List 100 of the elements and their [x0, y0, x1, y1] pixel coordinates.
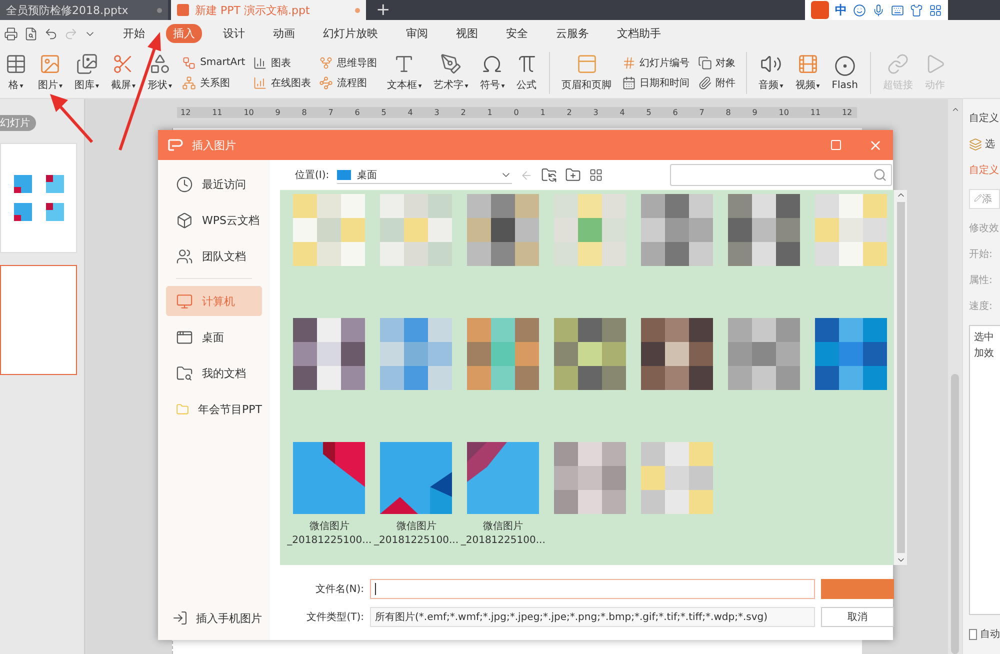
ime-mode[interactable]: 中	[835, 2, 847, 18]
location-dropdown[interactable]: 桌面	[337, 166, 512, 184]
slide-thumbnail[interactable]	[0, 265, 77, 375]
menu-tab[interactable]: 文档助手	[610, 24, 668, 44]
pencil-icon	[974, 194, 982, 202]
place-item[interactable]: 桌面	[166, 322, 262, 352]
file-name: 微信图片	[309, 520, 350, 534]
file-type-label: 文件类型(T):	[306, 610, 364, 624]
pane-title: 自定义	[969, 112, 1000, 125]
place-item[interactable]: WPS云文档	[166, 205, 262, 235]
folder-user-icon	[176, 364, 193, 382]
ribbon-button[interactable]: 对象	[698, 56, 736, 70]
menu-tab[interactable]: 安全	[499, 24, 535, 44]
menu-tab[interactable]: 云服务	[549, 24, 596, 44]
select-label: 选	[985, 138, 995, 151]
smile-icon	[853, 4, 866, 16]
dialog-title: 插入图片	[192, 138, 237, 152]
maximize-icon[interactable]	[830, 139, 842, 151]
wps-logo-icon	[168, 139, 184, 151]
desktop-icon	[176, 328, 193, 346]
shapes-icon	[148, 53, 171, 76]
import-icon	[172, 610, 188, 626]
relation-icon	[182, 76, 196, 90]
monitor-icon	[176, 292, 193, 310]
shirt-icon	[910, 4, 923, 16]
chart-icon	[253, 76, 268, 90]
keyboard-icon	[891, 4, 904, 16]
file-name-field[interactable]	[370, 578, 815, 598]
place-item[interactable]: 年会节目PPT	[166, 394, 262, 424]
film-icon	[796, 53, 818, 76]
file-name: _20181225100...	[460, 534, 546, 548]
table-icon	[5, 53, 27, 76]
ribbon-button[interactable]: 思维导图	[319, 56, 378, 70]
scroll-up-icon	[950, 105, 960, 114]
ribbon-button[interactable]: 页眉和页脚	[556, 48, 618, 98]
menu-tab[interactable]: 审阅	[399, 24, 435, 44]
field-label: 开始:	[969, 248, 994, 261]
auto-checkbox[interactable]	[969, 628, 977, 640]
file-name: 微信图片	[483, 520, 524, 534]
ribbon-button[interactable]: 关系图	[182, 76, 246, 90]
unsaved-dot	[355, 8, 360, 12]
scrollbar[interactable]	[948, 99, 962, 654]
image-icon	[39, 53, 62, 76]
search-icon	[873, 168, 887, 182]
view-icon	[589, 168, 604, 182]
auto-label: 自动	[980, 628, 1000, 641]
ribbon-button[interactable]: 公式	[510, 48, 543, 98]
document-tab[interactable]: 全员预防检修2018.pptx	[0, 0, 168, 20]
field-label: 属性:	[969, 274, 994, 287]
hint-text: 加效	[974, 346, 995, 360]
pen-icon	[440, 53, 462, 76]
scrollbar[interactable]	[894, 190, 907, 565]
file-name-label: 文件名(N):	[314, 582, 364, 596]
parent-folder-icon	[541, 167, 558, 183]
ribbon-button[interactable]: 幻灯片编号	[622, 56, 690, 70]
menu-tab[interactable]: 幻灯片放映	[316, 24, 385, 44]
object-icon	[698, 56, 712, 70]
annotation-arrow	[50, 94, 94, 143]
phone-picture-link[interactable]: 插入手机图片	[158, 610, 270, 626]
menu-tab[interactable]: 视图	[449, 24, 485, 44]
ribbon-button[interactable]: 流程图	[319, 76, 378, 90]
file-name: _20181225100...	[374, 534, 459, 548]
file-name: 微信图片	[396, 520, 436, 534]
hash-icon	[622, 56, 636, 70]
chart-icon	[253, 56, 268, 70]
ribbon-button[interactable]: Flash	[826, 48, 864, 98]
modify-label: 修改效	[969, 222, 1000, 235]
menu-tab[interactable]: 开始	[116, 24, 152, 44]
undo-icon	[44, 26, 58, 41]
place-item[interactable]: 最近访问	[166, 169, 262, 199]
section-title: 自定义	[969, 164, 1000, 177]
confirm-button[interactable]	[821, 578, 894, 598]
hint-text: 选中	[974, 330, 995, 344]
location-label: 位置(I):	[295, 168, 330, 182]
team-icon	[176, 248, 193, 264]
clock-icon	[176, 176, 193, 192]
mind-map-icon	[319, 56, 334, 70]
ribbon-button[interactable]: 附件	[698, 76, 736, 90]
new-tab-button[interactable]: +	[366, 0, 400, 20]
menu-tab[interactable]: 设计	[216, 24, 252, 44]
ribbon-button[interactable]: 图表	[253, 56, 312, 70]
place-item[interactable]: 团队文档	[166, 241, 262, 271]
back-icon	[520, 168, 534, 182]
menu-tab[interactable]: 动画	[266, 24, 302, 44]
ribbon-button[interactable]: SmartArt	[182, 56, 246, 70]
redo-icon	[64, 26, 78, 41]
cancel-button[interactable]: 取消	[821, 606, 894, 626]
header-footer-icon	[576, 53, 598, 76]
new-folder-icon	[565, 167, 582, 183]
desktop-icon	[337, 170, 352, 180]
images-icon	[76, 53, 98, 76]
grid-icon	[929, 4, 942, 16]
file-type-dropdown[interactable]: 所有图片(*.emf;*.wmf;*.jpg;*.jpeg;*.jpe;*.png;*.bmp;*.gif;*.tif;*.tiff;*.wdp;*.svg)	[370, 606, 815, 626]
ribbon-button[interactable]: 日期和时间	[622, 76, 690, 90]
flash-icon	[834, 54, 856, 77]
field-label: 速度:	[969, 300, 994, 313]
place-item[interactable]: 我的文档	[166, 358, 262, 388]
calendar-icon	[622, 76, 636, 90]
ribbon-button[interactable]: 在线图表	[253, 76, 312, 90]
search-field[interactable]	[670, 164, 892, 186]
